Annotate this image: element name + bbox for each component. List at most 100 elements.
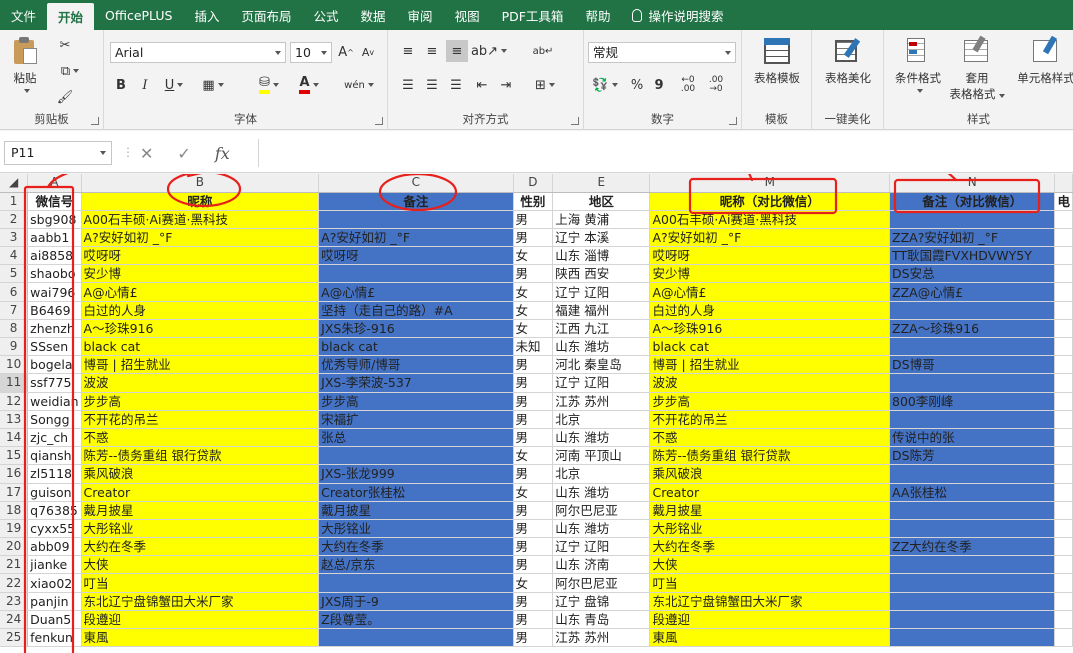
increase-decimal-icon[interactable]: ←0.00 — [676, 74, 700, 96]
cell-wechat-id[interactable]: zjc_ch — [27, 428, 82, 448]
row-header[interactable]: 2 — [0, 210, 29, 229]
cell-nickname[interactable]: A@心情£ — [81, 282, 320, 302]
cell-remark[interactable]: A?安好如初 _°F — [318, 228, 514, 248]
underline-button[interactable]: U — [160, 74, 188, 96]
cell-nickname[interactable]: 東風 — [81, 628, 320, 648]
align-center-icon[interactable]: ☰ — [422, 74, 442, 96]
cell-wechat-id[interactable]: ai8858 — [27, 246, 82, 266]
cell-nickname[interactable]: 不开花的吊兰 — [81, 410, 320, 429]
row-header[interactable]: 12 — [0, 392, 29, 411]
cell-nickname[interactable]: 大彤铭业 — [81, 519, 320, 539]
cell-nickname[interactable]: black cat — [81, 337, 320, 357]
tab-view[interactable]: 视图 — [444, 0, 491, 30]
cell-nickname-compare[interactable]: 大彤铭业 — [649, 519, 891, 539]
cell-region[interactable]: 辽宁 本溪 — [552, 228, 651, 248]
cell-wechat-id[interactable]: cyxx55 — [27, 519, 82, 539]
cell-remark-compare[interactable] — [889, 410, 1056, 429]
cell-remark-compare[interactable]: TT耿国霞FVXHDVWY5Y — [889, 246, 1056, 266]
align-top-icon[interactable]: ≡ — [398, 40, 418, 62]
cell-wechat-id[interactable]: shaobo — [27, 264, 82, 284]
orientation-icon[interactable]: ab↗ — [471, 40, 508, 62]
tab-help[interactable]: 帮助 — [574, 0, 621, 30]
cell-wechat-id[interactable]: zhenzh — [27, 319, 82, 339]
cell-region[interactable]: 河北 秦皇岛 — [552, 355, 651, 375]
cell-remark-compare[interactable]: AA张桂松 — [889, 483, 1056, 502]
cell-gender[interactable]: 女 — [513, 446, 554, 466]
cell-region[interactable]: 江苏 苏州 — [552, 628, 651, 648]
cell-gender[interactable]: 男 — [513, 519, 554, 539]
cell-nickname[interactable]: A～珍珠916 — [81, 319, 320, 339]
enter-icon[interactable]: ✓ — [177, 144, 190, 163]
cell-nickname[interactable]: 步步高 — [81, 392, 320, 411]
cell-region[interactable]: 辽宁 盘锦 — [552, 592, 651, 611]
cell-gender[interactable]: 男 — [513, 537, 554, 557]
cell-region[interactable]: 山东 潍坊 — [552, 428, 651, 448]
cell-wechat-id[interactable]: 微信号 — [27, 192, 82, 211]
select-all-corner[interactable]: ◢ — [0, 174, 29, 193]
cell-remark-compare[interactable] — [889, 519, 1056, 539]
cell-remark[interactable]: 张总 — [318, 428, 514, 448]
cell-wechat-id[interactable]: ssf775 — [27, 373, 82, 393]
shrink-font-button[interactable]: Av — [358, 41, 378, 63]
bold-button[interactable]: B — [112, 74, 130, 96]
cell-remark-compare[interactable] — [889, 555, 1056, 575]
italic-button[interactable]: I — [136, 74, 154, 96]
cell-overflow[interactable] — [1054, 246, 1073, 266]
cell-nickname[interactable]: 哎呀呀 — [81, 246, 320, 266]
cell-nickname[interactable]: 东北辽宁盘锦蟹田大米厂家 — [81, 592, 320, 611]
paste-button[interactable]: 粘贴 — [10, 36, 40, 93]
cell-wechat-id[interactable]: Duan5 — [27, 610, 82, 630]
cell-nickname[interactable]: 乘风破浪 — [81, 464, 320, 484]
cell-remark-compare[interactable] — [889, 592, 1056, 611]
name-box[interactable]: P11 — [4, 141, 112, 165]
cell-nickname[interactable]: Creator — [81, 483, 320, 502]
cell-remark[interactable]: 赵总/京东 — [318, 555, 514, 575]
cell-remark-compare[interactable]: ZZA?安好如初 _°F — [889, 228, 1056, 248]
cell-gender[interactable]: 未知 — [513, 337, 554, 357]
cell-gender[interactable]: 男 — [513, 428, 554, 448]
cell-wechat-id[interactable]: wai796 — [27, 282, 82, 302]
column-header-overflow[interactable] — [1054, 174, 1073, 193]
cell-remark-compare[interactable]: DS陈芳 — [889, 446, 1056, 466]
cell-nickname[interactable]: 大约在冬季 — [81, 537, 320, 557]
cell-wechat-id[interactable]: q76385 — [27, 501, 82, 520]
cell-remark[interactable]: 戴月披星 — [318, 501, 514, 520]
row-header[interactable]: 24 — [0, 610, 29, 630]
cell-overflow[interactable] — [1054, 337, 1073, 357]
cell-remark-compare[interactable] — [889, 373, 1056, 393]
cancel-icon[interactable]: ✕ — [140, 144, 153, 163]
cell-nickname[interactable]: 博哥 | 招生就业 — [81, 355, 320, 375]
cell-remark-compare[interactable]: ZZ大约在冬季 — [889, 537, 1056, 557]
column-header-m[interactable]: M — [649, 174, 891, 193]
cell-remark-compare[interactable]: DS博哥 — [889, 355, 1056, 375]
comma-button[interactable]: 9 — [650, 74, 668, 96]
cell-nickname[interactable]: A00石丰硕·Ai赛道·黑科技 — [81, 210, 320, 229]
row-header[interactable]: 21 — [0, 555, 29, 575]
cell-remark[interactable]: JXS-张龙999 — [318, 464, 514, 484]
column-header-n[interactable]: N — [889, 174, 1056, 193]
column-header-e[interactable]: E — [552, 174, 651, 193]
cell-remark[interactable] — [318, 210, 514, 229]
cell-remark-compare[interactable] — [889, 628, 1056, 648]
launcher-icon[interactable] — [91, 117, 99, 125]
cell-remark[interactable] — [318, 573, 514, 593]
font-color-button[interactable]: A — [292, 74, 326, 96]
cell-remark[interactable]: 步步高 — [318, 392, 514, 411]
cell-styles-button[interactable]: 单元格样式 — [1012, 35, 1073, 86]
cell-overflow[interactable] — [1054, 355, 1073, 375]
row-header[interactable]: 3 — [0, 228, 29, 248]
cell-remark-compare[interactable] — [889, 501, 1056, 520]
cell-remark[interactable]: Z段尊莹。 — [318, 610, 514, 630]
cell-remark[interactable]: JXS朱珍-916 — [318, 319, 514, 339]
table-template-button[interactable]: 表格模板 — [750, 36, 804, 86]
insert-function-icon[interactable]: fx — [215, 144, 230, 163]
cell-region[interactable]: 河南 平顶山 — [552, 446, 651, 466]
cell-remark[interactable]: 坚持（走自己的路）#A — [318, 301, 514, 320]
cell-gender[interactable]: 男 — [513, 410, 554, 429]
tell-me-search[interactable]: 操作说明搜索 — [621, 0, 734, 30]
tab-home[interactable]: 开始 — [47, 3, 95, 30]
cell-nickname-compare[interactable]: 段遵迎 — [649, 610, 891, 630]
cell-nickname-compare[interactable]: 白过的人身 — [649, 301, 891, 320]
cell-remark[interactable] — [318, 628, 514, 648]
cell-remark[interactable]: 备注 — [318, 192, 514, 211]
